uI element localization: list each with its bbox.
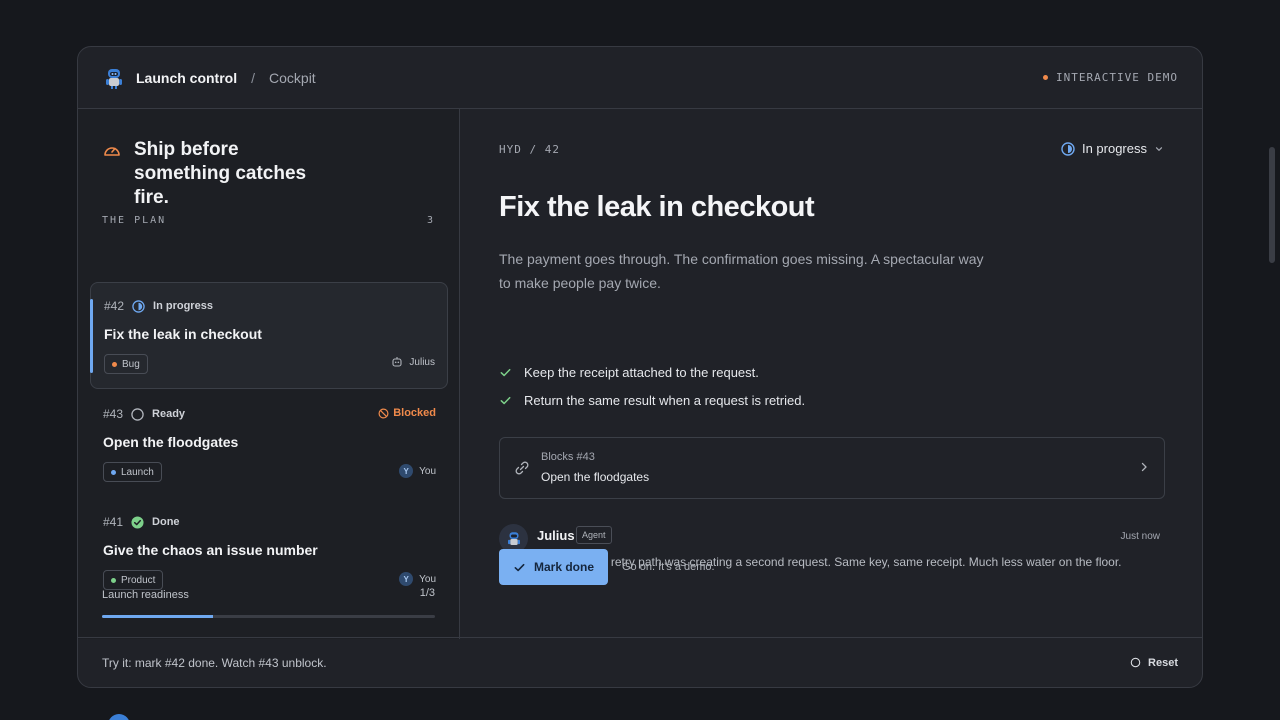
hint-text: Go on. It's a demo.	[622, 561, 715, 573]
issue-number: #43	[103, 407, 124, 421]
ready-circle-icon	[131, 407, 144, 421]
tag-dot-icon	[111, 469, 116, 475]
mark-done-label: Mark done	[533, 560, 594, 574]
status-dot-icon	[1043, 75, 1049, 80]
plan-count: 3	[426, 215, 435, 226]
plan-label: THE PLAN	[102, 215, 167, 226]
check-icon	[514, 563, 525, 571]
robot-icon	[392, 357, 402, 367]
tag-dot-icon	[111, 577, 116, 583]
card-meta: #41 Done	[103, 515, 180, 529]
chevron-right-icon	[1141, 462, 1147, 472]
card-meta: #43 Ready	[103, 407, 185, 421]
robot-peek-icon	[108, 714, 130, 720]
checklist-item: Keep the receipt attached to the request…	[499, 365, 759, 380]
sidebar-header: Ship before something catches fire.	[102, 138, 334, 210]
reset-button[interactable]: Reset	[1130, 657, 1178, 669]
blocks-link-card[interactable]: Blocks #43 Open the floodgates	[499, 437, 1165, 499]
issue-tag: Product	[103, 570, 164, 590]
link-icon	[515, 461, 529, 475]
readiness-label: Launch readiness	[102, 589, 189, 601]
robot-logo-icon	[106, 68, 122, 89]
check-icon	[500, 368, 511, 377]
comment-time: Just now	[1120, 531, 1160, 542]
tag-label: Product	[121, 574, 156, 586]
issue-number: #41	[103, 515, 124, 529]
avatar: Y	[399, 464, 414, 478]
top-bar: Launch control / Cockpit INTERACTIVE DEM…	[78, 47, 1202, 109]
app-name[interactable]: Launch control	[136, 70, 237, 86]
status-label: In progress	[1081, 141, 1147, 156]
mark-done-button[interactable]: Mark done	[499, 549, 608, 585]
page-title: Fix the leak in checkout	[499, 191, 815, 223]
issue-status: Done	[152, 516, 180, 528]
issue-detail: HYD / 42 In progress Fix the leak in che…	[461, 109, 1202, 639]
issue-title: Fix the leak in checkout	[104, 326, 262, 342]
in-progress-icon	[1061, 141, 1075, 156]
done-check-icon	[131, 515, 144, 529]
plan-header: THE PLAN 3	[102, 215, 435, 226]
assignee-name: You	[419, 573, 436, 585]
issue-id: HYD / 42	[499, 143, 560, 156]
issue-status: In progress	[153, 300, 213, 312]
breadcrumb-cockpit[interactable]: Cockpit	[269, 70, 316, 86]
breadcrumb-separator: /	[251, 69, 256, 86]
check-icon	[500, 396, 511, 405]
blocked-label: Blocked	[393, 407, 436, 419]
reset-circle-icon	[1130, 657, 1141, 668]
sidebar: Ship before something catches fire. THE …	[78, 109, 460, 639]
issue-status: Ready	[152, 408, 186, 420]
readiness-count: 1/3	[419, 587, 435, 599]
issue-title: Give the chaos an issue number	[103, 542, 318, 558]
demo-tag: INTERACTIVE DEMO	[1043, 71, 1178, 84]
assignee: Y You	[399, 464, 436, 478]
app-frame: Launch control / Cockpit INTERACTIVE DEM…	[77, 46, 1203, 688]
status-dropdown[interactable]: In progress	[1061, 141, 1164, 156]
readiness-progress-bar	[102, 615, 435, 618]
assignee: Julius	[391, 356, 435, 368]
issue-card-43[interactable]: #43 Ready Blocked Open the floodgates La…	[90, 391, 448, 498]
assignee-name: You	[419, 465, 436, 477]
tag-label: Launch	[121, 466, 154, 478]
assignee-name: Julius	[409, 356, 435, 368]
robot-avatar-icon	[507, 531, 520, 545]
blocked-icon	[378, 408, 389, 418]
gauge-icon	[104, 147, 120, 156]
footer-text: Try it: mark #42 done. Watch #43 unblock…	[102, 655, 327, 670]
launch-readiness: Launch readiness 1/3	[102, 587, 435, 618]
footer: Try it: mark #42 done. Watch #43 unblock…	[78, 637, 1202, 687]
in-progress-icon	[132, 299, 145, 313]
issue-card-42[interactable]: #42 In progress Fix the leak in checkout…	[90, 282, 448, 389]
issue-tag: Bug	[104, 354, 148, 374]
reset-label: Reset	[1148, 656, 1178, 669]
card-meta: #42 In progress	[104, 299, 213, 313]
tag-dot-icon	[112, 361, 117, 367]
sidebar-title: Ship before something catches fire.	[134, 139, 307, 208]
comment-author: Julius	[537, 528, 575, 543]
issue-title: Open the floodgates	[103, 434, 239, 450]
readiness-progress-fill	[102, 615, 213, 618]
chevron-down-icon	[1155, 146, 1163, 151]
agent-badge: Agent	[576, 526, 612, 544]
avatar: Y	[399, 572, 414, 586]
blocked-badge: Blocked	[378, 407, 436, 419]
checklist-text: Keep the receipt attached to the request…	[524, 365, 759, 380]
page-scrollbar[interactable]	[1269, 147, 1275, 263]
assignee: Y You	[399, 572, 436, 586]
checklist-item: Return the same result when a request is…	[499, 393, 805, 408]
issue-number: #42	[104, 299, 125, 313]
issue-tag: Launch	[103, 462, 162, 482]
blocks-title: Open the floodgates	[541, 470, 650, 484]
issue-description: The payment goes through. The confirmati…	[499, 251, 984, 291]
blocks-label: Blocks #43	[541, 451, 595, 463]
checklist-text: Return the same result when a request is…	[524, 393, 806, 408]
tag-label: Bug	[122, 358, 140, 370]
demo-tag-label: INTERACTIVE DEMO	[1056, 71, 1178, 84]
